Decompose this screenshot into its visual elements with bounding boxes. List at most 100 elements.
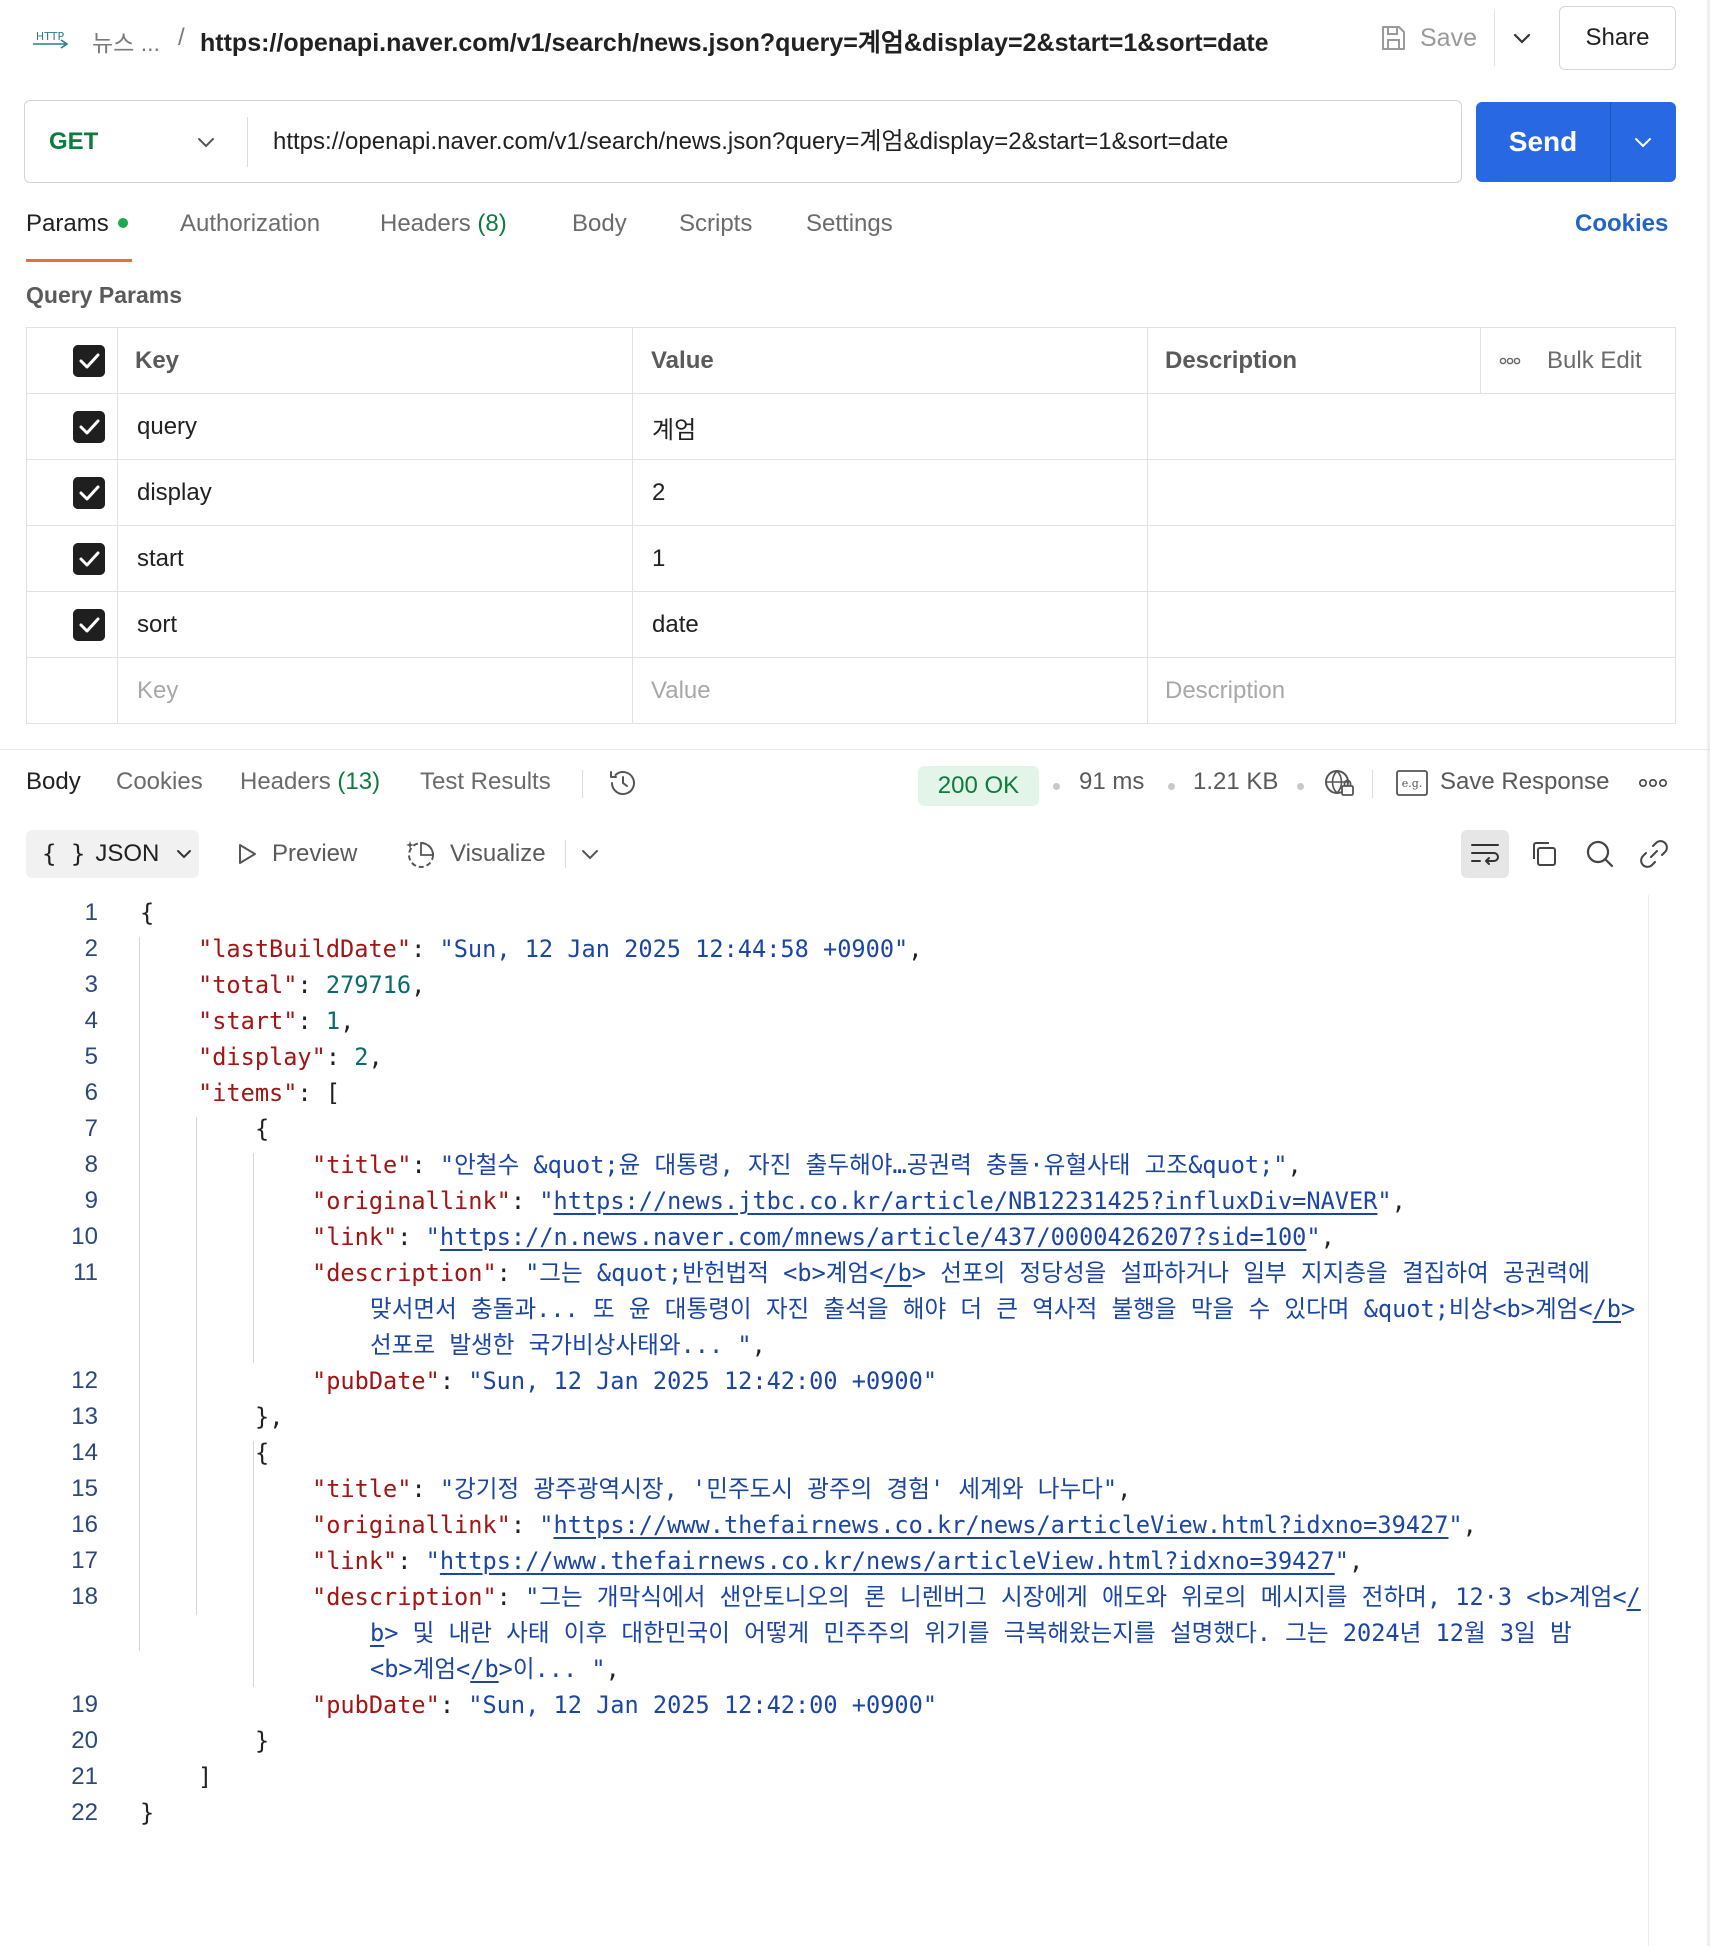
chevron-down-icon[interactable]: [578, 842, 602, 866]
breadcrumb-collection[interactable]: 뉴스 ...: [92, 24, 160, 58]
preview-label: Preview: [272, 840, 358, 867]
chevron-down-icon[interactable]: [193, 129, 219, 155]
tab-test-results[interactable]: Test Results: [420, 768, 551, 796]
row-checkbox[interactable]: [73, 411, 105, 443]
visualize-icon: [406, 841, 434, 868]
row-checkbox[interactable]: [73, 609, 105, 641]
json-string: > 선포의 정당성을 설파하거나 일부 지지층을 결집하여 공권력에: [911, 1259, 1590, 1287]
row-checkbox[interactable]: [73, 543, 105, 575]
param-value[interactable]: 계엄: [652, 394, 696, 460]
json-string: ": [1306, 1223, 1321, 1251]
request-response-divider[interactable]: [0, 749, 1710, 750]
code-line: 18 "description": "그는 개막식에서 샌안토니오의 론 니렌버그…: [0, 1579, 1650, 1615]
code-text: b> 및 내란 사태 이후 대한민국이 어떻게 민주주의 위기를 극복해왔는지를…: [370, 1615, 1572, 1651]
chevron-down-icon[interactable]: [1508, 24, 1536, 52]
send-button[interactable]: Send: [1476, 102, 1676, 182]
more-options-icon[interactable]: [1499, 356, 1521, 366]
tab-settings[interactable]: Settings: [806, 210, 893, 238]
json-key: "description": [312, 1259, 497, 1287]
network-globe-icon[interactable]: [1322, 766, 1356, 800]
request-title[interactable]: https://openapi.naver.com/v1/search/news…: [200, 23, 1269, 59]
save-button[interactable]: Save: [1378, 16, 1477, 60]
query-params-table: Key Value Description Bulk Edit query 계엄…: [26, 327, 1676, 724]
json-punctuation: ]: [198, 1763, 213, 1791]
url-bar: GET https://openapi.naver.com/v1/search/…: [24, 100, 1462, 183]
json-string[interactable]: /b: [1593, 1295, 1621, 1323]
row-checkbox[interactable]: [73, 477, 105, 509]
preview-button[interactable]: Preview: [234, 834, 357, 874]
code-line: 19 "pubDate": "Sun, 12 Jan 2025 12:42:00 …: [0, 1687, 1650, 1723]
json-key: "description": [312, 1583, 497, 1611]
code-text: "title": "강기정 광주광역시장, '민주도시 광주의 경험' 세계와 …: [312, 1471, 1131, 1507]
code-text: {: [255, 1111, 269, 1147]
param-key[interactable]: display: [137, 460, 212, 526]
param-value[interactable]: date: [652, 592, 699, 658]
copy-button[interactable]: [1526, 836, 1562, 872]
json-key: "total": [198, 971, 298, 999]
json-string[interactable]: b: [370, 1619, 384, 1647]
line-number: 4: [84, 1007, 98, 1034]
params-active-dot: [117, 217, 128, 228]
tab-response-headers-count: (13): [337, 768, 381, 795]
search-button[interactable]: [1582, 836, 1618, 872]
json-string[interactable]: /b: [470, 1655, 498, 1683]
cookies-link[interactable]: Cookies: [1575, 210, 1668, 238]
share-button[interactable]: Share: [1559, 6, 1676, 70]
json-string: 선포로 발생한 국가비상사태와... ": [370, 1331, 752, 1359]
new-param-row: Key Value Description: [27, 658, 1675, 724]
save-response-button[interactable]: Save Response: [1440, 768, 1609, 796]
tab-response-cookies[interactable]: Cookies: [116, 768, 203, 796]
response-size[interactable]: 1.21 KB: [1193, 768, 1278, 796]
code-line: 11 "description": "그는 &quot;반헌법적 <b>계엄</b…: [0, 1255, 1650, 1291]
status-badge[interactable]: 200 OK: [918, 766, 1039, 806]
json-string[interactable]: https://www.thefairnews.co.kr/news/artic…: [554, 1511, 1449, 1539]
param-key[interactable]: query: [137, 394, 197, 460]
param-value[interactable]: 1: [652, 526, 665, 592]
code-line: 2 "lastBuildDate": "Sun, 12 Jan 2025 12:4…: [0, 931, 1650, 967]
json-punctuation: ,: [1320, 1223, 1335, 1251]
json-string: "그는 개막식에서 샌안토니오의 론 니렌버그 시장에게 애도와 위로의 메시지…: [525, 1583, 1627, 1611]
more-options-icon[interactable]: [1638, 776, 1668, 790]
code-text: }: [140, 1795, 154, 1831]
response-body-viewer[interactable]: 1{2 "lastBuildDate": "Sun, 12 Jan 2025 12…: [0, 895, 1650, 1946]
select-all-checkbox[interactable]: [73, 345, 105, 377]
chevron-down-icon[interactable]: [1630, 129, 1656, 155]
json-string[interactable]: /: [1627, 1583, 1641, 1611]
url-input[interactable]: https://openapi.naver.com/v1/search/news…: [273, 101, 1443, 182]
tab-authorization[interactable]: Authorization: [180, 210, 320, 238]
json-string[interactable]: /b: [883, 1259, 911, 1287]
json-string[interactable]: https://news.jtbc.co.kr/article/NB122314…: [554, 1187, 1378, 1215]
json-punctuation: :: [411, 1475, 440, 1503]
new-value-input[interactable]: Value: [651, 658, 711, 724]
history-icon[interactable]: [606, 766, 640, 800]
tab-params[interactable]: Params: [26, 210, 128, 238]
chevron-down-icon: [177, 850, 192, 859]
line-number: 5: [84, 1043, 98, 1070]
visualize-button[interactable]: Visualize: [404, 834, 546, 874]
json-string[interactable]: https://www.thefairnews.co.kr/news/artic…: [440, 1547, 1335, 1575]
line-number: 19: [71, 1691, 98, 1718]
copy-link-button[interactable]: [1636, 836, 1672, 872]
tab-response-headers[interactable]: Headers (13): [240, 768, 380, 796]
save-icon: [1382, 26, 1405, 50]
param-value[interactable]: 2: [652, 460, 665, 526]
new-key-input[interactable]: Key: [137, 658, 178, 724]
tab-scripts[interactable]: Scripts: [679, 210, 752, 238]
tab-headers-label: Headers: [380, 210, 471, 237]
tab-headers[interactable]: Headers (8): [380, 210, 507, 238]
param-key[interactable]: sort: [137, 592, 177, 658]
json-punctuation: :: [397, 1223, 426, 1251]
json-punctuation: :: [297, 1007, 326, 1035]
tab-response-body[interactable]: Body: [26, 768, 81, 796]
format-select[interactable]: { } JSON: [26, 830, 199, 878]
new-description-input[interactable]: Description: [1165, 658, 1285, 724]
line-number: 14: [71, 1439, 98, 1466]
tab-body[interactable]: Body: [572, 210, 627, 238]
bulk-edit-button[interactable]: Bulk Edit: [1547, 347, 1642, 375]
code-scrollbar[interactable]: [1648, 895, 1649, 1946]
param-key[interactable]: start: [137, 526, 184, 592]
json-string: >: [1621, 1295, 1636, 1323]
word-wrap-button[interactable]: [1461, 830, 1509, 878]
json-string[interactable]: https://n.news.naver.com/mnews/article/4…: [440, 1223, 1306, 1251]
response-time[interactable]: 91 ms: [1079, 768, 1144, 796]
